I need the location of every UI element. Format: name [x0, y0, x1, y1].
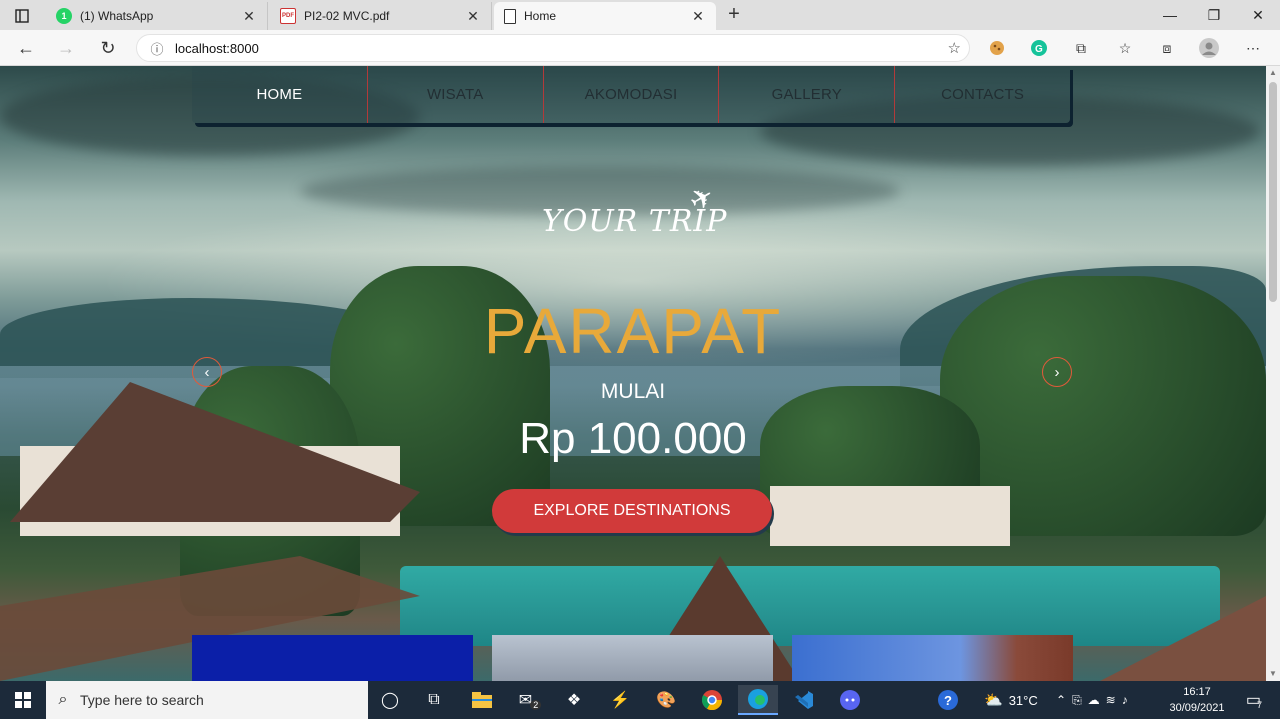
collections-icon[interactable]: ⧈ — [1156, 37, 1178, 59]
refresh-icon[interactable]: ↻ — [94, 36, 122, 60]
info-icon[interactable]: ⓘ — [143, 39, 171, 58]
forward-arrow-icon[interactable]: → — [52, 36, 80, 60]
weather-icon: ⛅ — [984, 692, 1003, 709]
browser-toolbar: ← → ↻ ⓘ localhost:8000 ☆ G ⧉ ☆ ⧈ ⋯ — [0, 30, 1280, 66]
flash-app-icon[interactable]: ⚡ — [600, 685, 640, 715]
tab-bar: 1 (1) WhatsApp ✕ PDF PI2-02 MVC.pdf ✕ Ho… — [0, 0, 1280, 30]
clock-date: 30/09/2021 — [1169, 702, 1225, 714]
discord-icon[interactable] — [830, 685, 870, 715]
tab-home[interactable]: Home ✕ — [494, 2, 716, 30]
back-arrow-icon[interactable]: ← — [12, 36, 40, 60]
tab-title: Home — [524, 9, 557, 23]
scroll-down-icon[interactable]: ▼ — [1266, 667, 1280, 681]
svg-text:G: G — [1035, 44, 1043, 55]
tab-actions-icon[interactable] — [8, 6, 36, 26]
maximize-icon[interactable]: ❐ — [1192, 0, 1236, 30]
notification-count: 7 — [1257, 700, 1263, 710]
dropbox-icon[interactable]: ❖ — [554, 685, 594, 715]
hero-section: HOME WISATA AKOMODASI GALLERY CONTACTS ✈… — [0, 66, 1266, 681]
extensions-icon[interactable]: ⧉ — [1070, 37, 1092, 59]
search-icon: ⌕ — [58, 691, 68, 708]
tab-title: (1) WhatsApp — [80, 9, 154, 23]
tab-pdf[interactable]: PDF PI2-02 MVC.pdf ✕ — [270, 2, 492, 30]
tab-title: PI2-02 MVC.pdf — [304, 9, 390, 23]
onedrive-icon[interactable]: ☁ — [1088, 693, 1106, 707]
address-url[interactable]: localhost:8000 — [175, 41, 259, 56]
menu-item-wisata[interactable]: WISATA — [368, 66, 544, 123]
page-scrollbar[interactable]: ▲ ▼ — [1266, 66, 1280, 681]
taskbar-search[interactable]: ⌕ Type here to search — [46, 681, 368, 719]
scroll-up-icon[interactable]: ▲ — [1266, 66, 1280, 80]
feature-card[interactable] — [492, 635, 773, 681]
pdf-icon: PDF — [280, 8, 296, 24]
carousel-prev-icon[interactable]: ‹ — [192, 357, 222, 387]
feature-card[interactable] — [192, 635, 473, 681]
destination-title: PARAPAT — [483, 295, 783, 367]
clock-time: 16:17 — [1183, 686, 1211, 698]
close-icon[interactable]: ✕ — [241, 8, 257, 25]
grammarly-icon[interactable]: G — [1028, 37, 1050, 59]
file-explorer-icon[interactable] — [462, 685, 502, 715]
document-icon — [504, 8, 516, 24]
menu-item-home[interactable]: HOME — [192, 66, 368, 123]
menu-item-akomodasi[interactable]: AKOMODASI — [544, 66, 720, 123]
carousel-next-icon[interactable]: › — [1042, 357, 1072, 387]
close-icon[interactable]: ✕ — [465, 8, 481, 25]
meet-now-icon[interactable]: ⎘ — [1072, 693, 1088, 708]
more-menu-icon[interactable]: ⋯ — [1242, 37, 1264, 59]
new-tab-button[interactable]: + — [722, 4, 746, 26]
weather-tray[interactable]: ⛅ 31°C — [984, 681, 1038, 719]
cortana-icon[interactable]: ◯ — [370, 685, 410, 715]
whatsapp-icon: 1 — [56, 8, 72, 24]
mail-icon[interactable]: ✉ 2 — [510, 685, 550, 715]
site-logo[interactable]: YOUR TRIP — [542, 204, 727, 239]
search-placeholder: Type here to search — [80, 692, 204, 708]
menu-item-contacts[interactable]: CONTACTS — [895, 66, 1070, 123]
edge-icon[interactable] — [738, 685, 778, 715]
windows-start-icon[interactable] — [0, 681, 46, 719]
profile-avatar-icon[interactable] — [1198, 37, 1220, 59]
explore-destinations-button[interactable]: EXPLORE DESTINATIONS — [492, 489, 772, 533]
wifi-icon[interactable]: ≋ — [1106, 693, 1122, 707]
main-menu: HOME WISATA AKOMODASI GALLERY CONTACTS — [192, 66, 1070, 123]
window-close-icon[interactable]: ✕ — [1236, 0, 1280, 30]
mail-badge: 2 — [530, 700, 542, 710]
notification-icon[interactable]: ▭ 7 — [1236, 685, 1272, 715]
svg-text:?: ? — [944, 693, 952, 708]
volume-icon[interactable]: ♪ — [1122, 693, 1134, 707]
tab-whatsapp[interactable]: 1 (1) WhatsApp ✕ — [46, 2, 268, 30]
close-icon[interactable]: ✕ — [690, 8, 706, 25]
system-tray-icons[interactable]: ⌃ ⎘ ☁ ≋ ♪ — [1056, 681, 1134, 719]
favorites-icon[interactable]: ☆ — [1114, 37, 1136, 59]
help-icon[interactable]: ? — [928, 685, 968, 715]
taskbar-clock[interactable]: 16:17 30/09/2021 — [1166, 684, 1228, 716]
chevron-up-icon[interactable]: ⌃ — [1056, 693, 1072, 707]
price-value: Rp 100.000 — [519, 414, 747, 463]
favorite-star-icon[interactable]: ☆ — [948, 39, 961, 57]
feature-card[interactable] — [792, 635, 1073, 681]
price-prefix: MULAI — [600, 380, 666, 403]
chrome-icon[interactable] — [692, 685, 732, 715]
temperature: 31°C — [1008, 692, 1038, 708]
paint-icon[interactable]: 🎨 — [646, 685, 686, 715]
scroll-thumb[interactable] — [1269, 82, 1277, 302]
minimize-icon[interactable]: — — [1148, 0, 1192, 30]
task-view-icon[interactable]: ⧉ — [414, 685, 454, 715]
menu-item-gallery[interactable]: GALLERY — [719, 66, 896, 123]
vscode-icon[interactable] — [784, 685, 824, 715]
taskbar: ⌕ Type here to search ◯ ⧉ ✉ 2 ❖ ⚡ 🎨 ? ⛅ 3… — [0, 681, 1280, 719]
address-bar[interactable]: ⓘ localhost:8000 ☆ — [136, 34, 970, 62]
extension-cookie-icon[interactable] — [986, 37, 1008, 59]
